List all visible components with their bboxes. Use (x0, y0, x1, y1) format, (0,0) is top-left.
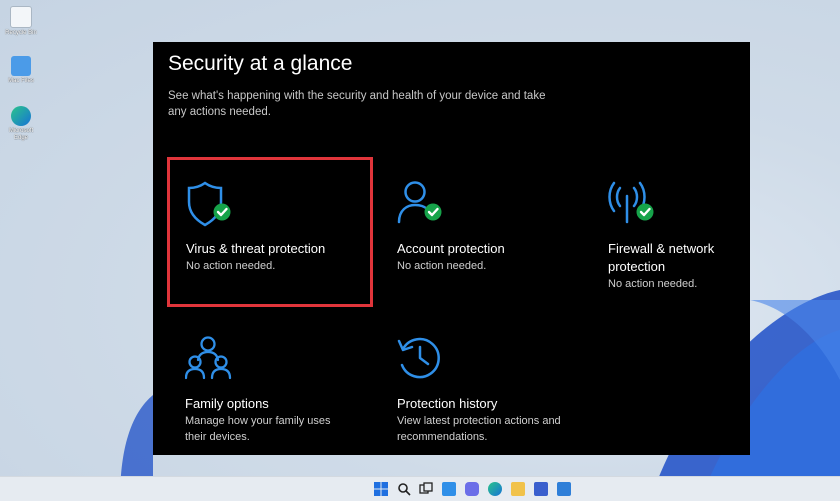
tile-family-options[interactable]: Family options Manage how your family us… (185, 335, 385, 445)
taskbar (0, 476, 840, 501)
desktop-icon-label: Mac Files (8, 78, 34, 84)
tile-status: View latest protection actions and recom… (397, 415, 561, 443)
widgets-icon[interactable] (442, 482, 456, 496)
person-icon (397, 181, 442, 224)
tile-title: Protection history (397, 396, 498, 411)
page-subtitle: See what's happening with the security a… (168, 90, 546, 118)
page-title: Security at a glance (168, 52, 353, 75)
recycle-bin-icon (10, 6, 32, 28)
folder-icon (11, 56, 31, 76)
task-view-icon[interactable] (419, 482, 433, 496)
desktop-icon-label: Microsoft Edge (8, 128, 34, 141)
windows-start-icon[interactable] (374, 482, 388, 496)
tile-title: Family options (185, 396, 269, 411)
edge-icon[interactable] (488, 482, 502, 496)
file-explorer-icon[interactable] (511, 482, 525, 496)
tile-title: Account protection (397, 241, 505, 256)
highlight-box (167, 157, 373, 307)
wireless-antenna-icon (608, 181, 654, 224)
tile-protection-history[interactable]: Protection history View latest protectio… (397, 335, 597, 445)
search-icon[interactable] (397, 482, 411, 496)
edge-icon (11, 106, 31, 126)
store-icon[interactable] (534, 482, 548, 496)
desktop-icon-mac-files[interactable]: Mac Files (4, 56, 38, 85)
tile-status: No action needed. (397, 260, 487, 272)
tile-status: Manage how your family uses their device… (185, 415, 331, 443)
mail-icon[interactable] (557, 482, 571, 496)
chat-icon[interactable] (465, 482, 479, 496)
tile-title: Firewall & network protection (608, 241, 715, 274)
desktop-icon-recycle-bin[interactable]: Recycle Bin (4, 6, 38, 37)
tile-account-protection[interactable]: Account protection No action needed. (397, 180, 597, 280)
history-clock-icon (397, 337, 440, 379)
family-icon (185, 336, 232, 380)
tile-status: No action needed. (608, 278, 698, 290)
desktop-icon-edge[interactable]: Microsoft Edge (4, 106, 38, 142)
tile-firewall-network-protection[interactable]: Firewall & network protection No action … (608, 180, 748, 300)
desktop-icon-label: Recycle Bin (5, 30, 37, 36)
